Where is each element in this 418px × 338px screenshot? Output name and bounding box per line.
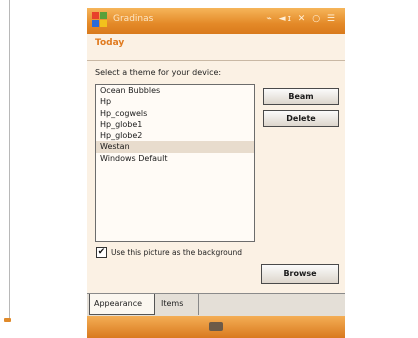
keyboard-icon[interactable] [209, 322, 223, 331]
title-bar: Gradinas ⌁ ◄ɪ ✕ ○ ☰ [87, 8, 345, 34]
beam-button[interactable]: Beam [263, 88, 339, 105]
page-heading: Today [95, 38, 125, 48]
corner-marker [4, 318, 11, 322]
theme-list-item[interactable]: Hp [96, 96, 254, 107]
start-windows-icon[interactable] [92, 12, 108, 28]
theme-list-item[interactable]: Ocean Bubbles [96, 85, 254, 96]
status-icons[interactable]: ⌁ ◄ɪ ✕ ○ ☰ [266, 14, 337, 24]
theme-list-item-selected[interactable]: Westan [96, 141, 254, 153]
app-title: Gradinas [113, 14, 154, 24]
background-checkbox[interactable]: ✔ [96, 247, 107, 258]
tab-items[interactable]: Items [157, 294, 199, 315]
heading-divider [87, 60, 345, 61]
delete-button[interactable]: Delete [263, 110, 339, 127]
tab-appearance[interactable]: Appearance [89, 294, 155, 315]
device-screen: Gradinas ⌁ ◄ɪ ✕ ○ ☰ Today Select a theme… [87, 8, 345, 338]
theme-list-item[interactable]: Hp_globe2 [96, 130, 254, 141]
theme-instruction: Select a theme for your device: [95, 68, 222, 77]
theme-list-item[interactable]: Hp_globe1 [96, 119, 254, 130]
theme-list[interactable]: Ocean Bubbles Hp Hp_cogwels Hp_globe1 Hp… [95, 84, 255, 242]
theme-list-item[interactable]: Windows Default [96, 153, 254, 164]
left-edge-line [9, 0, 10, 318]
menu-bar [87, 316, 345, 338]
browse-button[interactable]: Browse [261, 264, 339, 284]
background-checkbox-label: Use this picture as the background [111, 248, 242, 257]
theme-list-item[interactable]: Hp_cogwels [96, 108, 254, 119]
tab-bar: Appearance Items [87, 293, 345, 316]
